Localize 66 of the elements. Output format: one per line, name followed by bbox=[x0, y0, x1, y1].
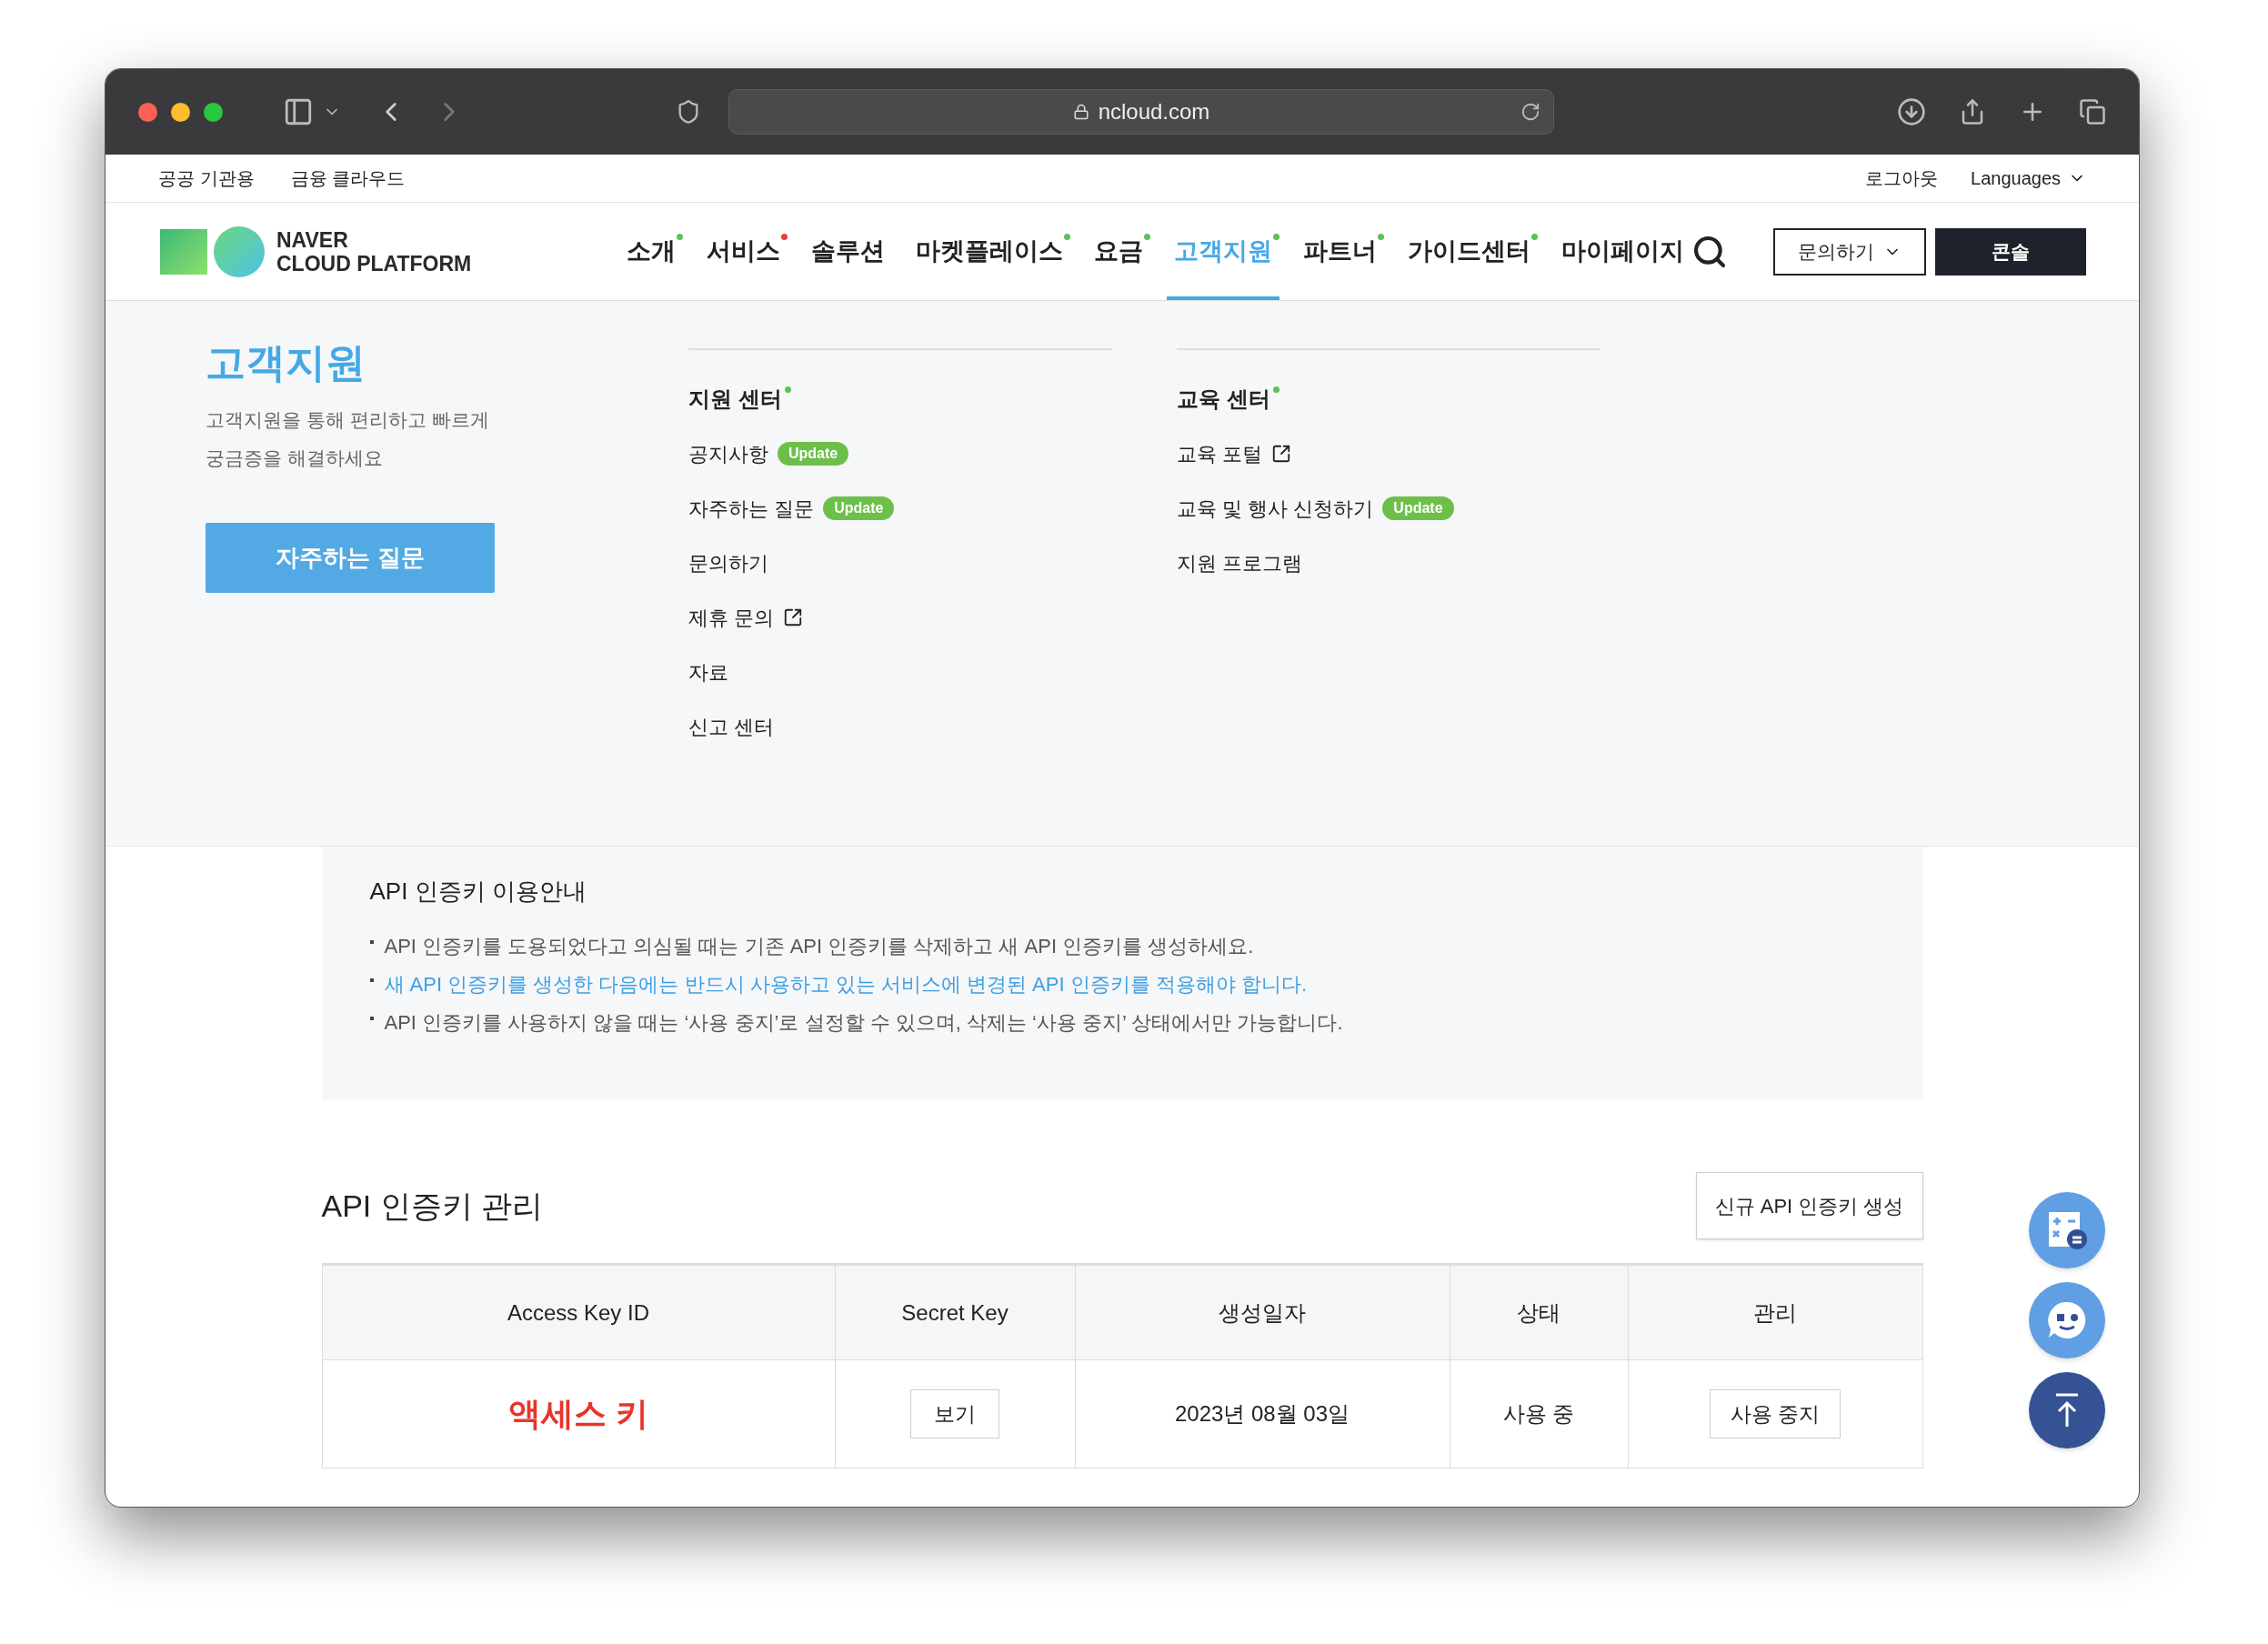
menu-description: 고객지원을 통해 편리하고 빠르게 궁금증을 해결하세요 bbox=[206, 408, 490, 470]
menu-section-title: 교육 센터 bbox=[1177, 381, 1280, 417]
section-title: API 인증키 관리 bbox=[321, 1187, 544, 1225]
close-window-icon[interactable] bbox=[138, 102, 157, 122]
menu-link[interactable]: 교육 및 행사 신청하기 bbox=[1177, 493, 1374, 524]
menu-section-title: 지원 센터 bbox=[688, 381, 791, 417]
arrow-up-icon bbox=[2053, 1392, 2081, 1428]
url-text: ncloud.com bbox=[1098, 98, 1210, 125]
logo-text: NAVER bbox=[276, 227, 349, 252]
table-cell: 사용 중 bbox=[1450, 1360, 1629, 1468]
menu-title: 고객지원 bbox=[206, 339, 366, 386]
menu-link[interactable]: 공지사항 bbox=[688, 438, 768, 469]
minimize-window-icon[interactable] bbox=[171, 102, 190, 122]
menu-link[interactable]: 신고 센터 bbox=[688, 711, 775, 742]
menu-link[interactable]: 자주하는 질문 bbox=[688, 493, 815, 524]
info-note: API 인증키를 도용되었다고 의심될 때는 기존 API 인증키를 삭제하고 새 API 인증키를 생성하세요. bbox=[384, 934, 1254, 959]
menu-link[interactable]: 자료 bbox=[688, 657, 728, 687]
reload-icon[interactable] bbox=[1520, 102, 1540, 122]
column-header: 상태 bbox=[1450, 1266, 1629, 1359]
access-key-text: 액세스 키 bbox=[508, 1394, 648, 1434]
nav-tab[interactable]: 솔루션 bbox=[804, 203, 892, 300]
lock-icon bbox=[1072, 104, 1089, 120]
table-cell: 2023년 08월 03일 bbox=[1075, 1360, 1450, 1468]
column-header: 생성일자 bbox=[1075, 1266, 1450, 1359]
update-badge: Update bbox=[778, 442, 849, 466]
logout-link[interactable]: 로그아웃 bbox=[1865, 165, 1938, 192]
nav-tab[interactable]: 마켓플레이스 bbox=[908, 203, 1070, 300]
menu-link[interactable]: 제휴 문의 bbox=[688, 602, 775, 633]
nav-tab[interactable]: 요금 bbox=[1087, 203, 1150, 300]
disable-button[interactable]: 사용 중지 bbox=[1710, 1389, 1841, 1438]
scroll-top-button[interactable] bbox=[2029, 1372, 2105, 1449]
logo-text: CLOUD PLATFORM bbox=[276, 251, 472, 276]
column-header: 관리 bbox=[1628, 1266, 1923, 1359]
tabs-icon[interactable] bbox=[2079, 98, 2106, 125]
chatbot-button[interactable] bbox=[2029, 1282, 2105, 1358]
menu-link[interactable]: 지원 프로그램 bbox=[1177, 547, 1303, 578]
nav-tab[interactable]: 가이드센터 bbox=[1400, 203, 1538, 300]
info-title: API 인증키 이용안내 bbox=[369, 877, 587, 907]
sidebar-icon[interactable] bbox=[283, 96, 314, 127]
inquiry-dropdown[interactable]: 문의하기 bbox=[1773, 227, 1926, 276]
bullet-icon bbox=[369, 978, 374, 982]
calculator-button[interactable] bbox=[2029, 1192, 2105, 1268]
maximize-window-icon[interactable] bbox=[204, 102, 223, 122]
languages-dropdown[interactable]: Languages bbox=[1971, 165, 2086, 192]
calculator-icon bbox=[2046, 1209, 2088, 1251]
menu-link[interactable]: 교육 포털 bbox=[1177, 438, 1263, 469]
column-header: Secret Key bbox=[835, 1266, 1076, 1359]
menu-link[interactable]: 문의하기 bbox=[688, 547, 768, 578]
create-key-button[interactable]: 신규 API 인증키 생성 bbox=[1695, 1172, 1923, 1239]
bullet-icon bbox=[369, 1017, 374, 1020]
column-header: Access Key ID bbox=[321, 1266, 836, 1359]
update-badge: Update bbox=[1382, 496, 1454, 520]
download-icon[interactable] bbox=[1897, 97, 1926, 126]
top-link[interactable]: 금융 클라우드 bbox=[290, 165, 406, 192]
nav-tab[interactable]: 소개 bbox=[619, 203, 683, 300]
console-button[interactable]: 콘솔 bbox=[1935, 227, 2086, 276]
nav-tab[interactable]: 서비스 bbox=[699, 203, 788, 300]
nav-tab[interactable]: 마이페이지 bbox=[1554, 203, 1691, 300]
bullet-icon bbox=[369, 940, 374, 944]
nav-tab[interactable]: 파트너 bbox=[1296, 203, 1384, 300]
address-bar[interactable]: ncloud.com bbox=[728, 89, 1554, 135]
info-note: 새 API 인증키를 생성한 다음에는 반드시 사용하고 있는 서비스에 변경된 API 인증키를 적용해야 합니다. bbox=[384, 972, 1307, 997]
update-badge: Update bbox=[823, 496, 895, 520]
view-secret-button[interactable]: 보기 bbox=[910, 1389, 999, 1438]
info-note: API 인증키를 사용하지 않을 때는 ‘사용 중지’로 설정할 수 있으며, 삭제는 ‘사용 중지’ 상태에서만 가능합니다. bbox=[384, 1010, 1343, 1036]
top-link[interactable]: 공공 기관용 bbox=[158, 165, 255, 192]
